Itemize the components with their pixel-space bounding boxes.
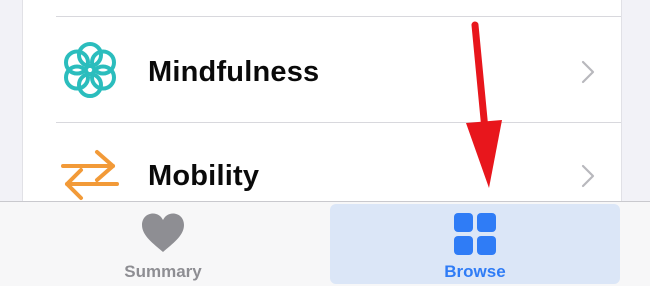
health-app-browse-screen: Mindfulness Mobility Summary Browse [0, 0, 650, 286]
red-down-arrow-icon [466, 21, 502, 188]
